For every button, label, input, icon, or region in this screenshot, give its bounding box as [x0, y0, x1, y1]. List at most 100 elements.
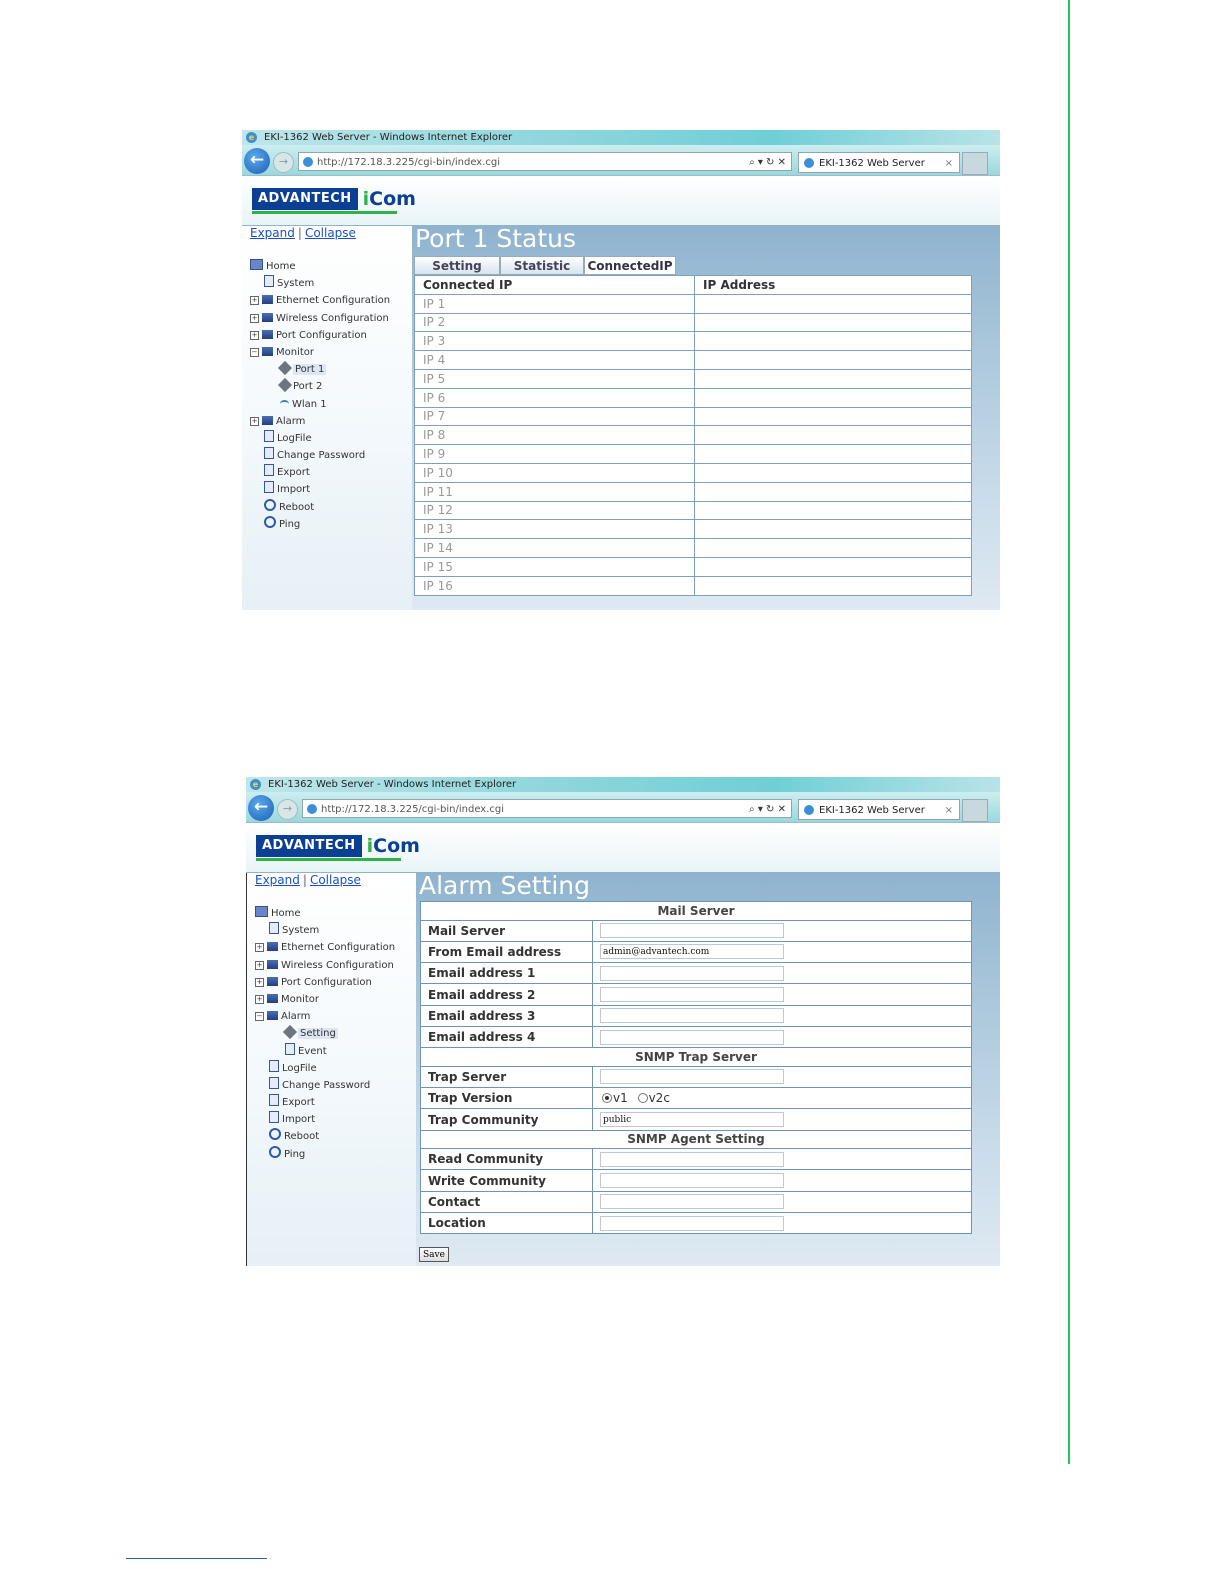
key-icon [269, 1076, 279, 1089]
tree-item-reboot[interactable]: Reboot [255, 1128, 395, 1145]
location-input[interactable] [600, 1215, 784, 1231]
screenshot-alarm-setting: e EKI-1362 Web Server - Windows Internet… [246, 777, 1000, 1266]
tree-item-monitor[interactable]: − Monitor [250, 344, 390, 361]
icom-wordmark: iCom [362, 188, 416, 210]
tree-item-wlan1[interactable]: Wlan 1 [250, 396, 390, 413]
plus-expander-icon[interactable]: + [250, 330, 259, 340]
tree-item-system[interactable]: System [255, 922, 395, 939]
trap-server-input[interactable] [600, 1069, 784, 1085]
tree-item-ping[interactable]: Ping [250, 515, 390, 533]
tree-item-change-password[interactable]: Change Password [255, 1076, 395, 1094]
expand-link[interactable]: Expand [250, 226, 295, 240]
minus-expander-icon[interactable]: − [250, 347, 259, 357]
tree-item-export[interactable]: Export [250, 464, 390, 481]
footer-rule [126, 1558, 267, 1559]
tree-item-ethernet[interactable]: + Ethernet Configuration [250, 292, 390, 309]
tree-item-change-password[interactable]: Change Password [250, 447, 390, 464]
tree-item-reboot[interactable]: Reboot [250, 498, 390, 516]
icom-wordmark: iCom [366, 835, 420, 857]
collapse-link[interactable]: Collapse [305, 226, 356, 240]
alarm-settings-table: Mail Server Mail Server From Email addre… [420, 901, 972, 1235]
new-tab-button[interactable] [962, 799, 988, 822]
col-connected-ip: Connected IP [414, 275, 695, 295]
page-title: Port 1 Status [415, 224, 577, 253]
contact-input[interactable] [600, 1194, 784, 1210]
email3-input[interactable] [600, 1008, 784, 1024]
mail-server-input[interactable] [600, 923, 784, 939]
forward-arrow-icon[interactable]: → [277, 799, 298, 820]
page-margin-rule [1068, 0, 1070, 1464]
tree-item-ethernet[interactable]: + Ethernet Configuration [255, 939, 395, 956]
home-icon [255, 906, 268, 917]
tab-connectedip[interactable]: ConnectedIP [584, 256, 676, 275]
minus-expander-icon[interactable]: − [255, 1012, 264, 1022]
tree-item-wireless[interactable]: + Wireless Configuration [255, 957, 395, 974]
nav-tree: Home System + Ethernet Configuration + Wir… [250, 258, 390, 533]
port-icon [277, 378, 293, 393]
address-bar[interactable]: http://172.18.3.225/cgi-bin/index.cgi ⌕ … [302, 799, 792, 818]
tree-item-alarm[interactable]: + Alarm [250, 413, 390, 430]
tree-controls: Expand | Collapse [255, 873, 361, 887]
back-arrow-icon[interactable]: ← [244, 148, 270, 174]
tab-close-icon[interactable]: × [945, 800, 953, 821]
tree-item-logfile[interactable]: LogFile [255, 1059, 395, 1077]
browser-navbar: ← → http://172.18.3.225/cgi-bin/index.cg… [242, 145, 1000, 176]
window-titlebar: e EKI-1362 Web Server - Windows Internet… [246, 777, 1000, 792]
expand-link[interactable]: Expand [255, 873, 300, 887]
tree-item-ping[interactable]: Ping [255, 1145, 395, 1163]
plus-expander-icon[interactable]: + [255, 977, 264, 987]
forward-arrow-icon[interactable]: → [273, 152, 294, 173]
plus-expander-icon[interactable]: + [250, 296, 259, 306]
tree-item-home[interactable]: Home [255, 905, 395, 922]
plus-expander-icon[interactable]: + [250, 313, 259, 323]
tree-item-port-config[interactable]: + Port Configuration [255, 974, 395, 991]
tree-item-export[interactable]: Export [255, 1094, 395, 1111]
tree-item-home[interactable]: Home [250, 258, 390, 275]
back-arrow-icon[interactable]: ← [248, 795, 274, 821]
tree-item-logfile[interactable]: LogFile [250, 429, 390, 447]
trap-community-input[interactable]: public [600, 1112, 784, 1128]
tree-item-port1[interactable]: Port 1 [250, 361, 390, 378]
tree-item-system[interactable]: System [250, 275, 390, 292]
tree-item-port-config[interactable]: + Port Configuration [250, 327, 390, 344]
row-email3: Email address 3 [420, 1004, 972, 1027]
tab-setting[interactable]: Setting [414, 256, 500, 275]
write-community-input[interactable] [600, 1173, 784, 1189]
main-content: Alarm Setting Mail Server Mail Server Fr… [416, 871, 1000, 1266]
tree-item-event[interactable]: Event [255, 1042, 395, 1060]
plus-expander-icon[interactable]: + [255, 943, 264, 953]
ping-icon [269, 1145, 281, 1158]
tree-item-import[interactable]: Import [250, 481, 390, 498]
save-button[interactable]: Save [419, 1247, 449, 1262]
tree-item-alarm[interactable]: − Alarm [255, 1008, 395, 1025]
email2-input[interactable] [600, 987, 784, 1003]
tools-icon [282, 1025, 298, 1040]
collapse-link[interactable]: Collapse [310, 873, 361, 887]
tab-close-icon[interactable]: × [945, 153, 953, 174]
sidebar: Expand | Collapse Home System + Ethernet Co… [242, 226, 412, 610]
from-email-input[interactable]: admin@advantech.com [600, 944, 784, 960]
folder-icon [267, 959, 278, 969]
browser-tab[interactable]: EKI-1362 Web Server × [798, 799, 960, 820]
tree-item-setting[interactable]: Setting [255, 1025, 395, 1042]
address-tools[interactable]: ⌕ ▾ ↻ ✕ [749, 153, 786, 172]
read-community-input[interactable] [600, 1151, 784, 1167]
tree-item-import[interactable]: Import [255, 1111, 395, 1128]
address-tools[interactable]: ⌕ ▾ ↻ ✕ [749, 800, 786, 819]
tree-item-wireless[interactable]: + Wireless Configuration [250, 310, 390, 327]
radio-v1[interactable] [602, 1093, 612, 1104]
tree-item-monitor[interactable]: + Monitor [255, 991, 395, 1008]
browser-tab[interactable]: EKI-1362 Web Server × [798, 152, 960, 173]
plus-expander-icon[interactable]: + [255, 994, 264, 1004]
browser-tab-title: EKI-1362 Web Server [819, 805, 925, 816]
tab-statistic[interactable]: Statistic [500, 256, 584, 275]
radio-v2c[interactable] [637, 1093, 648, 1104]
tree-item-port2[interactable]: Port 2 [250, 378, 390, 395]
email4-input[interactable] [600, 1029, 784, 1045]
new-tab-button[interactable] [962, 152, 988, 175]
plus-expander-icon[interactable]: + [250, 416, 259, 426]
plus-expander-icon[interactable]: + [255, 960, 264, 970]
address-bar[interactable]: http://172.18.3.225/cgi-bin/index.cgi ⌕ … [298, 152, 792, 171]
email1-input[interactable] [600, 965, 784, 981]
browser-tab-title: EKI-1362 Web Server [819, 158, 925, 169]
